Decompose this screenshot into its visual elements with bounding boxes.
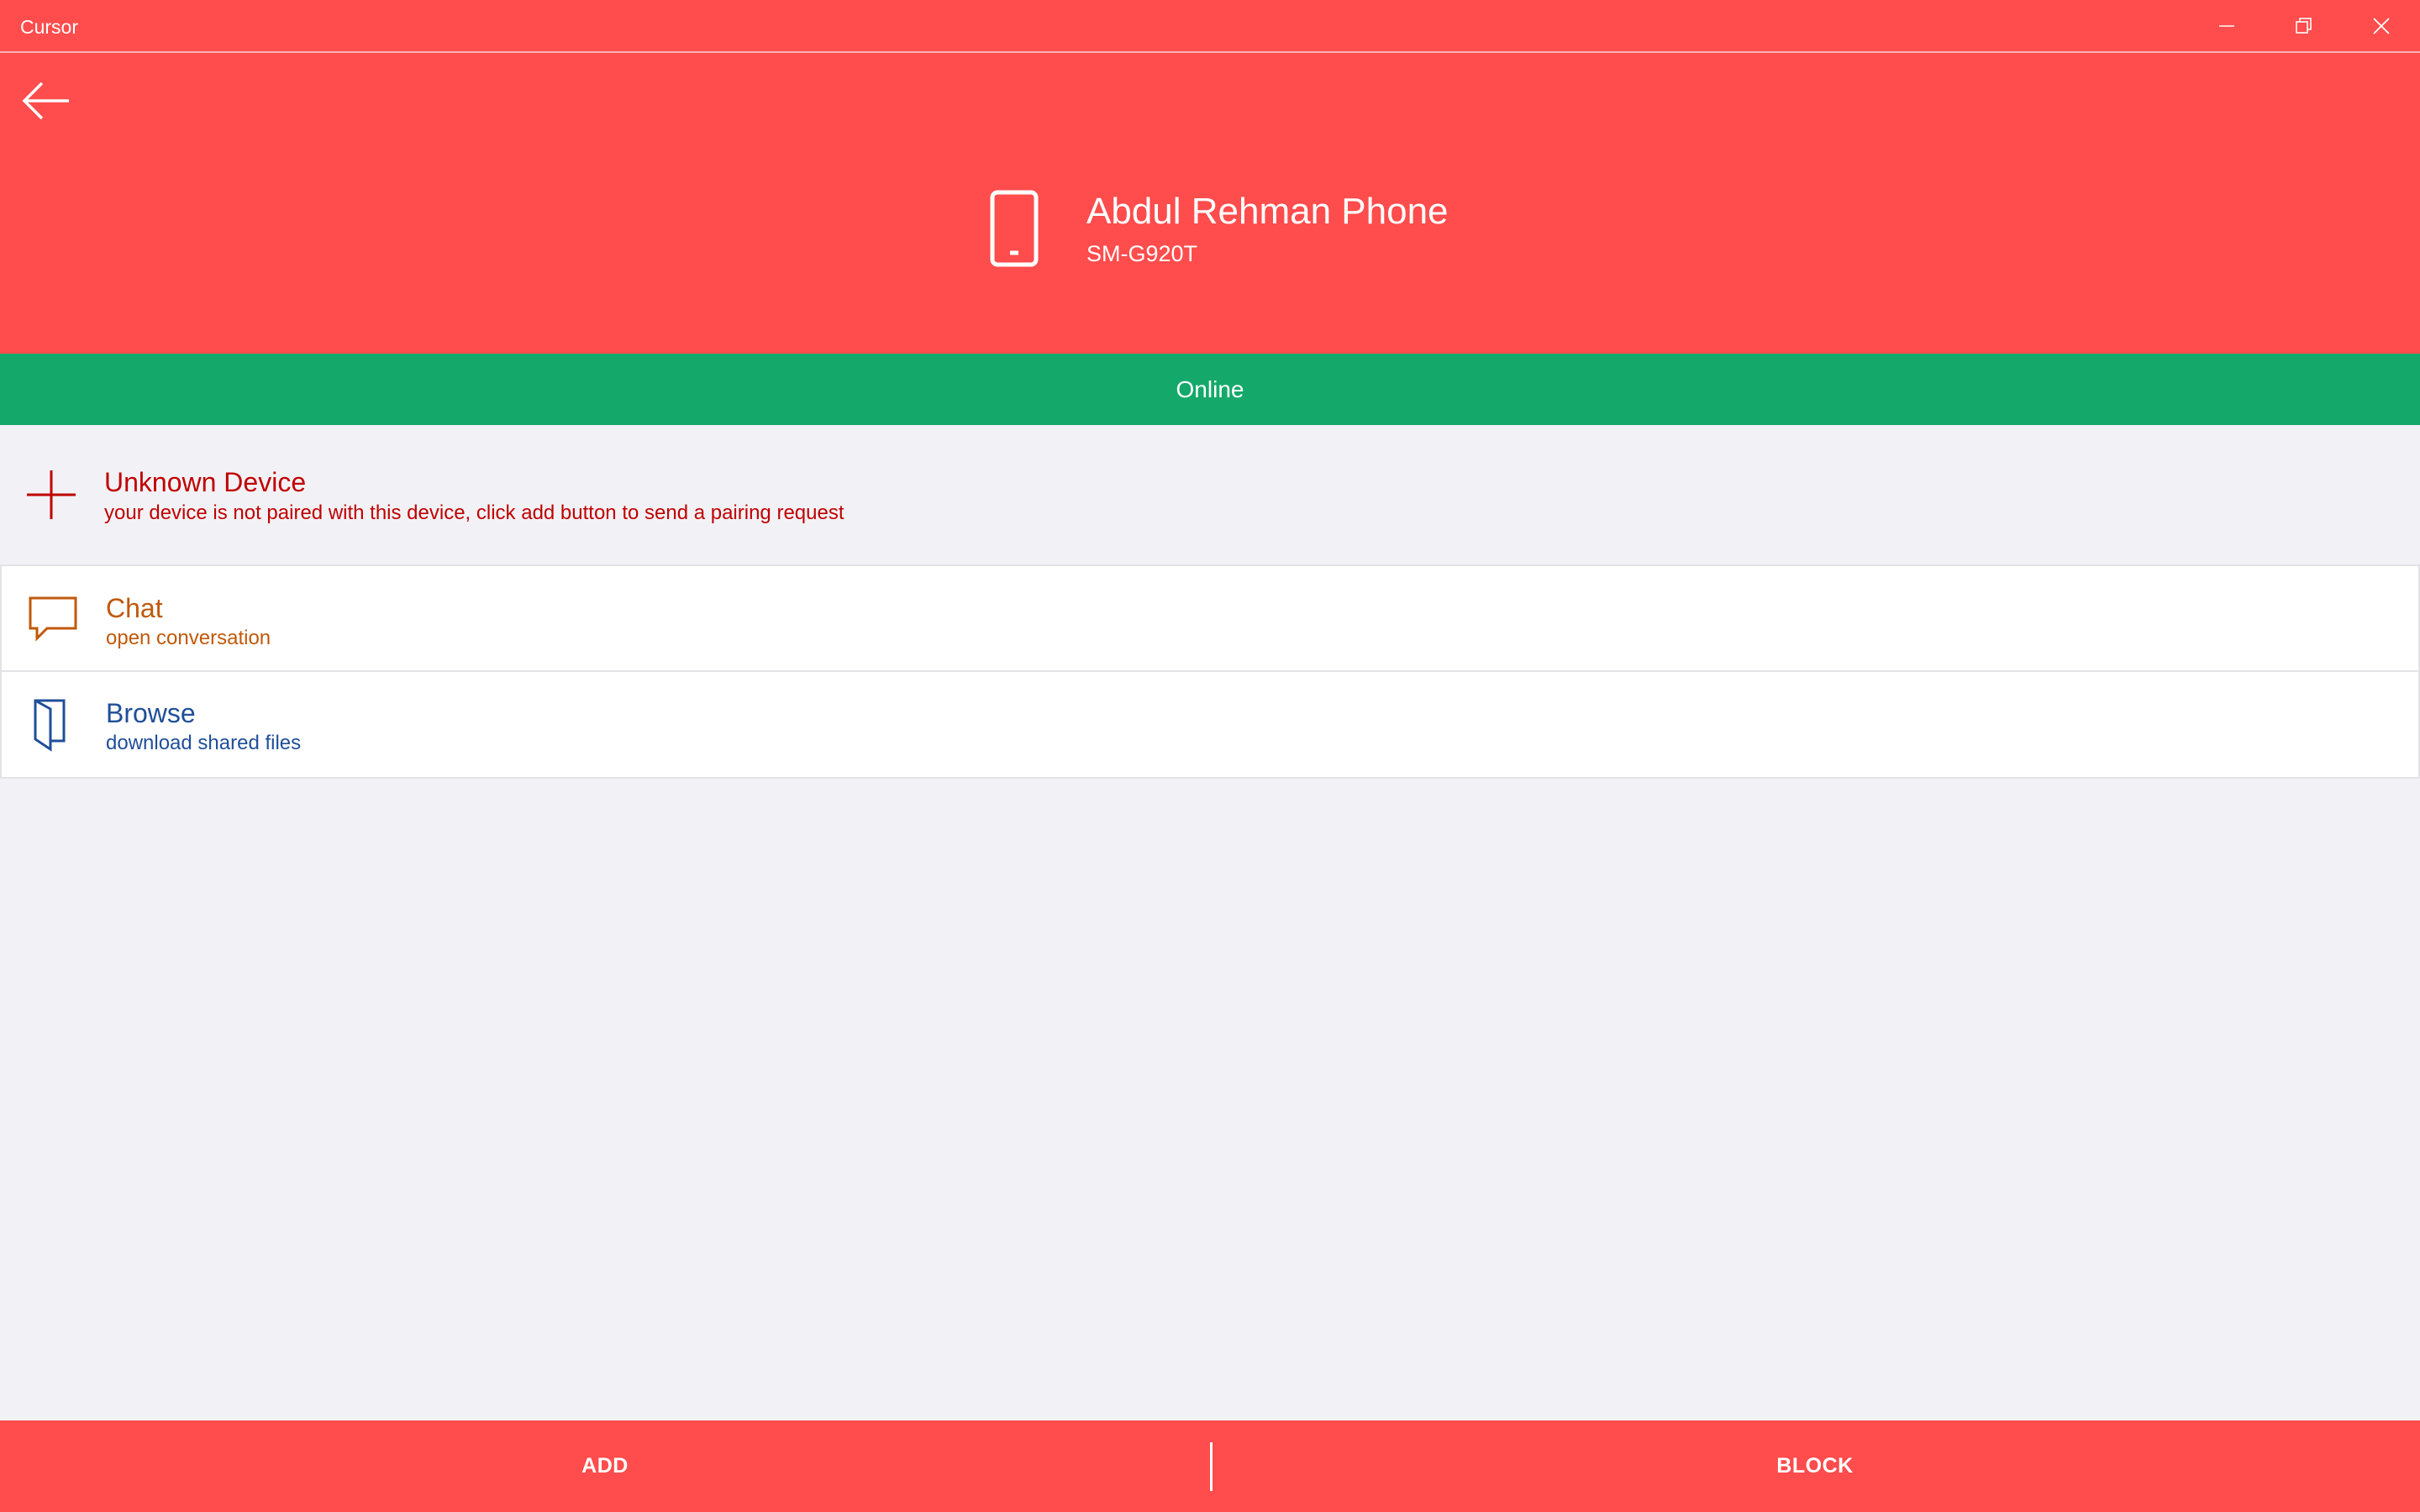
bottom-app-bar: ADD BLOCK [0,1420,2420,1512]
device-name: Abdul Rehman Phone [1086,191,1449,232]
title-bar: Cursor [0,0,2420,53]
block-button[interactable]: BLOCK [1210,1420,2420,1512]
add-icon [25,469,77,521]
close-icon [2372,17,2391,35]
folder-icon [27,697,79,752]
item-subtitle: open conversation [106,627,271,649]
device-model: SM-G920T [1086,241,1198,266]
item-subtitle: your device is not paired with this devi… [104,501,844,524]
phone-icon [988,189,1042,268]
minimize-button[interactable] [2188,0,2265,52]
status-text: Online [1176,375,1244,402]
restore-icon [2295,17,2313,35]
status-banner: Online [0,354,2420,425]
minimize-icon [2218,18,2235,34]
list-item-browse[interactable]: Browse download shared files [0,672,2420,779]
item-label: Chat [106,593,163,623]
list-item-unknown-device: Unknown Device your device is not paired… [0,425,2420,564]
window-title: Cursor [20,16,79,38]
item-subtitle: download shared files [106,732,302,754]
list-item-chat[interactable]: Chat open conversation [0,564,2420,672]
item-label: Unknown Device [104,467,307,497]
back-button[interactable] [17,73,76,132]
restore-button[interactable] [2265,0,2343,52]
item-label: Browse [106,698,196,728]
app-window: Cursor Abdul Rehman Phone SM-G920T Onlin… [0,0,2420,1512]
back-arrow-icon [22,81,71,124]
close-button[interactable] [2343,0,2420,52]
add-button[interactable]: ADD [0,1420,1210,1512]
chat-icon [27,593,79,645]
device-header: Abdul Rehman Phone SM-G920T [0,53,2420,354]
